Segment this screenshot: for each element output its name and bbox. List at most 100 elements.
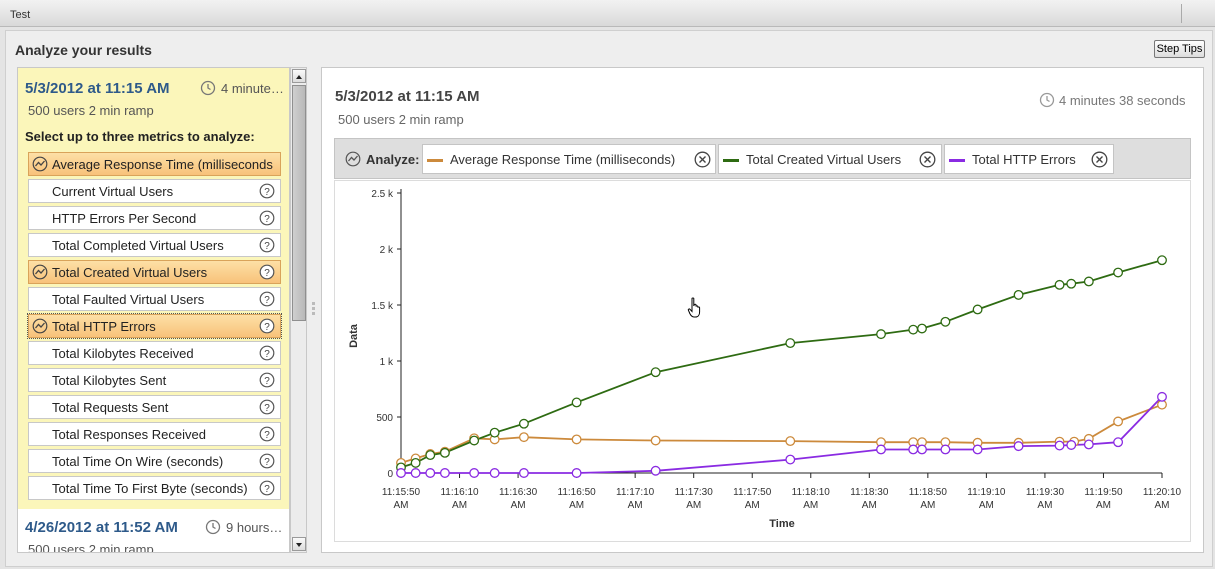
- tab-test[interactable]: Test: [0, 4, 40, 26]
- svg-text:?: ?: [264, 403, 270, 414]
- help-icon[interactable]: ?: [259, 264, 275, 280]
- data-point: [518, 432, 529, 443]
- metric-item[interactable]: Total Completed Virtual Users?: [28, 233, 281, 257]
- x-tick-label: AM: [686, 500, 701, 511]
- data-point: [1054, 440, 1065, 451]
- grip-icon[interactable]: [311, 300, 317, 316]
- data-point: [469, 435, 480, 446]
- help-icon[interactable]: ?: [259, 453, 275, 469]
- x-tick-label: 11:16:10: [440, 487, 479, 498]
- data-point: [1066, 278, 1077, 289]
- data-point: [940, 444, 951, 455]
- metric-item[interactable]: Average Response Time (milliseconds: [28, 152, 281, 176]
- data-point: [1157, 255, 1167, 266]
- help-icon[interactable]: ?: [259, 426, 275, 442]
- data-point: [425, 468, 436, 478]
- help-icon[interactable]: ?: [259, 291, 275, 307]
- metric-item[interactable]: Current Virtual Users?: [28, 179, 281, 203]
- run-date[interactable]: 5/3/2012 at 11:15 AM: [25, 80, 170, 97]
- run-item-selected[interactable]: 5/3/2012 at 11:15 AM 4 minute… 500 users…: [18, 68, 289, 509]
- metric-item[interactable]: HTTP Errors Per Second?: [28, 206, 281, 230]
- metric-label: Total Kilobytes Sent: [52, 373, 167, 388]
- series-swatch: [427, 159, 443, 162]
- x-tick-label: 11:18:10: [792, 487, 831, 498]
- metric-chip: Average Response Time (milliseconds): [422, 144, 716, 174]
- metric-label: Total Responses Received: [52, 427, 206, 442]
- metric-item[interactable]: Total HTTP Errors?: [27, 313, 282, 339]
- step-tips-button[interactable]: Step Tips: [1154, 40, 1205, 58]
- close-circle-icon[interactable]: [694, 151, 711, 168]
- metric-item[interactable]: Total Time On Wire (seconds)?: [28, 449, 281, 473]
- scroll-thumb[interactable]: [292, 85, 306, 321]
- svg-text:?: ?: [264, 430, 270, 441]
- run-list-scrollbar[interactable]: [290, 67, 307, 553]
- detail-duration: 4 minutes 38 seconds: [1059, 93, 1186, 108]
- data-point: [1113, 437, 1124, 448]
- x-tick-label: AM: [920, 500, 935, 511]
- metric-item[interactable]: Total Faulted Virtual Users?: [28, 287, 281, 311]
- detail-date: 5/3/2012 at 11:15 AM: [335, 88, 480, 105]
- help-icon[interactable]: ?: [259, 318, 275, 334]
- run-date[interactable]: 4/26/2012 at 11:52 AM: [25, 519, 178, 536]
- x-tick-label: AM: [628, 500, 643, 511]
- scroll-down-button[interactable]: [292, 537, 306, 551]
- metric-item[interactable]: Total Created Virtual Users?: [28, 260, 281, 284]
- x-tick-label: 11:20:10: [1143, 487, 1182, 498]
- metric-item[interactable]: Total Time To First Byte (seconds)?: [28, 476, 281, 500]
- x-tick-label: 11:16:50: [558, 487, 597, 498]
- metrics-prompt: Select up to three metrics to analyze:: [25, 129, 255, 144]
- metric-label: Total Kilobytes Received: [52, 346, 194, 361]
- close-circle-icon[interactable]: [919, 151, 936, 168]
- svg-text:?: ?: [264, 484, 270, 495]
- data-point: [439, 468, 450, 478]
- metric-item[interactable]: Total Kilobytes Sent?: [28, 368, 281, 392]
- data-point: [785, 436, 796, 447]
- help-icon[interactable]: ?: [259, 480, 275, 496]
- metric-item[interactable]: Total Requests Sent?: [28, 395, 281, 419]
- svg-text:?: ?: [264, 268, 270, 279]
- run-list: 5/3/2012 at 11:15 AM 4 minute… 500 users…: [17, 67, 290, 553]
- data-point: [518, 468, 529, 478]
- metric-chip: Total Created Virtual Users: [718, 144, 942, 174]
- help-icon[interactable]: ?: [259, 345, 275, 361]
- help-icon[interactable]: ?: [259, 372, 275, 388]
- help-icon[interactable]: ?: [259, 237, 275, 253]
- close-circle-icon[interactable]: [1091, 151, 1108, 168]
- data-point: [650, 465, 661, 476]
- y-tick-label: 2.5 k: [371, 189, 394, 200]
- data-point: [518, 418, 529, 429]
- metric-item[interactable]: Total Responses Received?: [28, 422, 281, 446]
- data-point: [571, 434, 582, 445]
- x-tick-label: AM: [862, 500, 877, 511]
- data-point: [917, 323, 927, 334]
- help-icon[interactable]: ?: [259, 210, 275, 226]
- help-icon[interactable]: ?: [259, 183, 275, 199]
- data-point: [1113, 416, 1124, 427]
- x-tick-label: 11:19:30: [1026, 487, 1065, 498]
- line-chart-icon: [32, 156, 48, 172]
- data-point: [396, 468, 406, 478]
- data-point: [1013, 289, 1024, 300]
- x-tick-label: AM: [511, 500, 526, 511]
- data-point: [1113, 267, 1124, 278]
- line-chart-icon: [345, 151, 361, 167]
- data-point: [1157, 391, 1167, 402]
- series-line: [400, 259, 1163, 469]
- run-description: 500 users 2 min ramp: [28, 542, 154, 553]
- detail-description: 500 users 2 min ramp: [338, 112, 464, 127]
- data-point: [439, 447, 450, 458]
- metric-item[interactable]: Total Kilobytes Received?: [28, 341, 281, 365]
- data-point: [785, 338, 796, 349]
- help-icon[interactable]: ?: [259, 399, 275, 415]
- x-tick-label: 11:18:50: [909, 487, 948, 498]
- scroll-up-button[interactable]: [292, 69, 306, 83]
- svg-text:?: ?: [264, 376, 270, 387]
- data-point: [972, 444, 983, 455]
- x-tick-label: 11:15:50: [382, 487, 421, 498]
- run-description: 500 users 2 min ramp: [28, 103, 154, 118]
- data-point: [650, 367, 661, 378]
- data-point: [940, 316, 951, 327]
- metric-label: Total Completed Virtual Users: [52, 238, 224, 253]
- x-tick-label: 11:17:30: [675, 487, 714, 498]
- clock-icon: [200, 80, 216, 96]
